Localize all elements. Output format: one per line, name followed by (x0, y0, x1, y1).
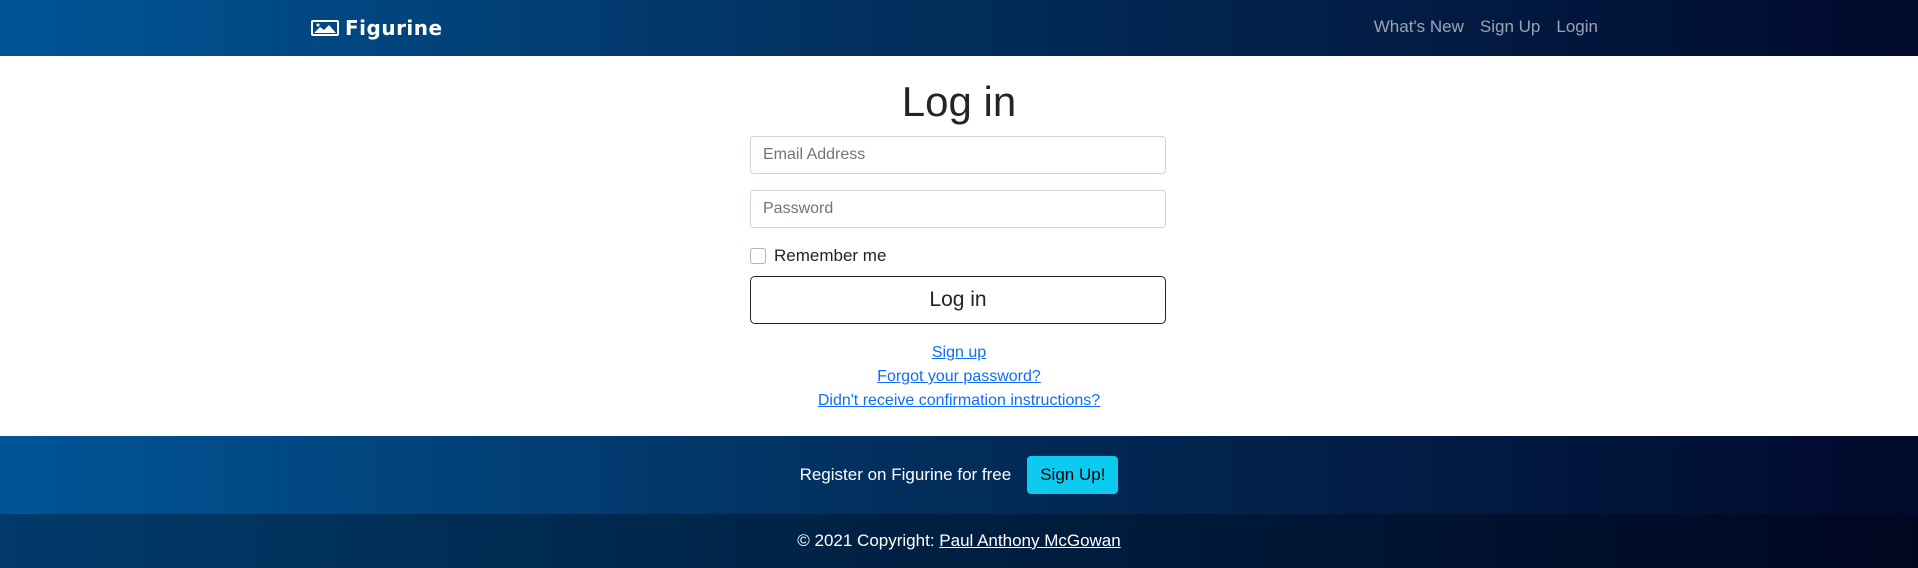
navbar: Figurine What's New Sign Up Login (0, 0, 1918, 56)
brand-name: Figurine (345, 16, 443, 40)
author-link[interactable]: Paul Anthony McGowan (939, 531, 1120, 550)
nav-link-sign-up[interactable]: Sign Up (1480, 17, 1540, 37)
copyright-text: © 2021 Copyright: (797, 531, 935, 550)
login-section: Log in Remember me Log in Sign up Forgot… (0, 56, 1918, 436)
login-button[interactable]: Log in (750, 276, 1166, 324)
confirmation-instructions-link[interactable]: Didn't receive confirmation instructions… (0, 389, 1918, 413)
sign-up-link[interactable]: Sign up (0, 341, 1918, 365)
brand-link[interactable]: Figurine (311, 14, 443, 42)
register-text: Register on Figurine for free (799, 465, 1012, 484)
email-field[interactable] (750, 136, 1166, 174)
landscape-image-icon (311, 20, 339, 36)
remember-me[interactable]: Remember me (750, 246, 886, 266)
password-field[interactable] (750, 190, 1166, 228)
nav-link-login[interactable]: Login (1556, 17, 1598, 37)
copyright: © 2021 Copyright: Paul Anthony McGowan (797, 531, 1120, 551)
nav-links: What's New Sign Up Login (1374, 17, 1598, 37)
nav-link-whats-new[interactable]: What's New (1374, 17, 1464, 37)
footer: © 2021 Copyright: Paul Anthony McGowan (0, 514, 1918, 568)
forgot-password-link[interactable]: Forgot your password? (0, 365, 1918, 389)
page-title: Log in (901, 78, 1017, 125)
auth-links: Sign up Forgot your password? Didn't rec… (0, 341, 1918, 413)
sign-up-button[interactable]: Sign Up! (1027, 456, 1119, 494)
register-banner: Register on Figurine for free Sign Up! (0, 436, 1918, 514)
remember-me-label: Remember me (774, 246, 887, 265)
remember-me-checkbox[interactable] (750, 248, 766, 264)
